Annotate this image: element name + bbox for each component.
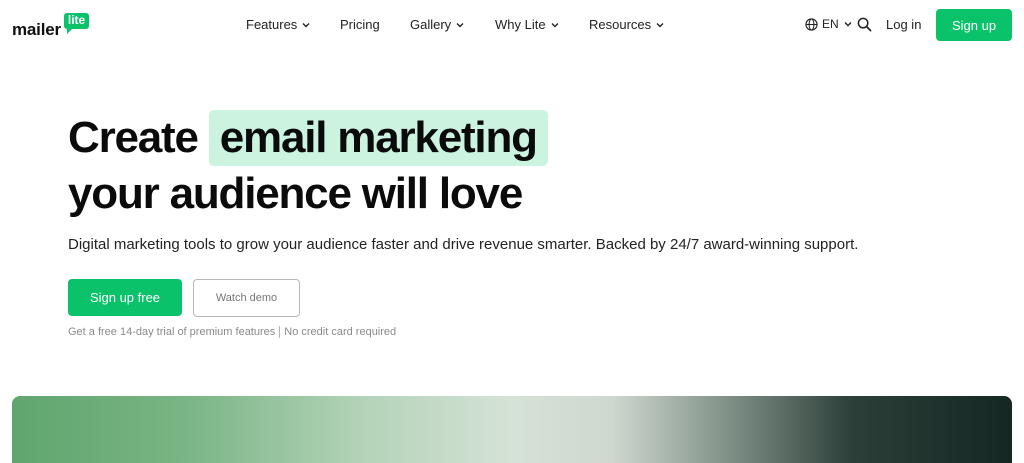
trial-note-part1: Get a free 14-day trial of premium featu… [68,326,276,338]
trial-note-part2: No credit card required [284,326,397,338]
hero-title-prefix: Create [68,113,199,162]
chevron-down-icon [456,22,464,27]
hero-subtitle: Digital marketing tools to grow your aud… [68,236,859,253]
signup-button[interactable]: Sign up [936,9,1012,41]
nav-item-features[interactable]: Features [246,17,310,32]
logo-badge: lite [63,13,90,34]
hero-title-line2-text: your audience will love [68,169,523,218]
nav-item-pricing[interactable]: Pricing [340,17,380,32]
divider [279,326,281,338]
hero-title-highlight-box: email marketing [208,110,548,166]
page: mailer lite Features Pricing Gallery Why… [0,0,1024,463]
signup-free-button[interactable]: Sign up free [68,279,182,316]
nav-item-label: Pricing [340,17,380,32]
language-selector[interactable]: EN [805,17,856,31]
globe-icon [805,17,818,31]
hero-media-panel [12,396,1012,463]
nav-item-why-lite[interactable]: Why Lite [495,17,559,32]
hero-title-highlight: email marketing [219,113,538,162]
logo-word: mailer [12,20,61,39]
chevron-down-icon [656,22,664,27]
mailerlite-logo[interactable]: mailer lite [12,10,90,40]
nav-item-label: Features [246,17,298,32]
nav-item-resources[interactable]: Resources [589,17,664,32]
nav-item-gallery[interactable]: Gallery [410,17,464,32]
nav-item-label: Resources [589,17,652,32]
site-header: mailer lite Features Pricing Gallery Why… [0,0,1024,50]
watch-demo-button[interactable]: Watch demo [193,279,300,317]
language-label: EN [822,17,839,31]
chevron-down-icon [551,22,559,27]
hero-title-line2: your audience will love [68,166,523,222]
chevron-down-icon [844,22,852,27]
hero-title-line1: Create email marketing [68,110,548,166]
nav-item-label: Why Lite [495,17,546,32]
search-icon[interactable] [857,17,872,32]
nav-item-label: Gallery [410,17,452,32]
chevron-down-icon [302,22,310,27]
trial-note: Get a free 14-day trial of premium featu… [68,326,396,338]
login-link[interactable]: Log in [886,17,921,32]
